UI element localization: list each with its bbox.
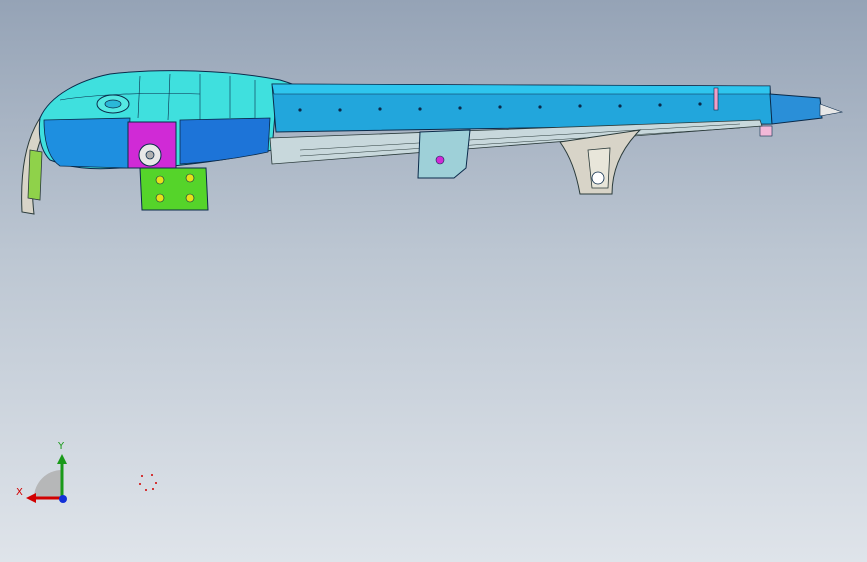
mid-bracket[interactable] bbox=[417, 129, 471, 179]
cad-model-seat-rail-assembly[interactable] bbox=[0, 0, 867, 562]
rotation-center-icon bbox=[136, 472, 162, 494]
rail-end-cap[interactable] bbox=[769, 93, 823, 125]
y-axis-label: Y bbox=[58, 441, 65, 452]
graphics-viewport[interactable]: X Y bbox=[0, 0, 867, 562]
x-axis-label: X bbox=[16, 487, 23, 498]
green-mounting-bracket[interactable] bbox=[139, 167, 209, 211]
coordinate-triad: X Y bbox=[14, 440, 74, 510]
